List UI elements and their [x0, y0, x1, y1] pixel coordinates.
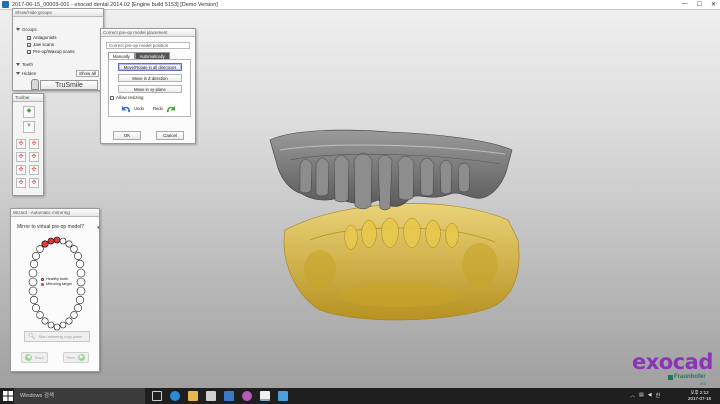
arrow-right-icon: ▶ — [78, 354, 86, 361]
allow-resizing-label: Allow resizing — [116, 95, 144, 100]
groups-label: Groups — [22, 27, 37, 32]
mirror-dot-icon — [41, 282, 44, 286]
ime-indicator[interactable]: 한 — [656, 392, 661, 399]
show-hide-title: Show/Hide groups — [13, 9, 103, 17]
legend-mirroring: Mirroring target — [41, 282, 72, 286]
redo-button[interactable]: Redo — [153, 103, 176, 114]
wizard-title: Wizard - Automatic mirroring — [11, 209, 99, 217]
preop-position-field: Correct pre-op model position — [106, 42, 190, 49]
app-icon-1[interactable] — [224, 391, 234, 401]
edge-icon[interactable] — [170, 391, 180, 401]
trusmile-button[interactable]: TruSmile — [40, 80, 98, 90]
volume-icon[interactable]: ◀ — [648, 392, 652, 399]
clock-date: 2017-07-18 — [688, 396, 712, 401]
cancel-button[interactable]: Cancel — [156, 131, 184, 140]
view-lower-icon[interactable]: ✣ — [29, 178, 39, 188]
app-icon-3[interactable] — [278, 391, 288, 401]
windows-start-icon[interactable] — [3, 391, 13, 401]
legend-label: Healthy tooth — [46, 277, 69, 281]
task-view-icon[interactable] — [152, 391, 162, 401]
maximize-button[interactable]: ☐ — [697, 1, 702, 8]
chevron-down-icon[interactable]: ▾ — [97, 225, 100, 231]
group-item-antagonists[interactable]: ✓ Antagonists — [27, 35, 57, 40]
back-button[interactable]: ◀ Back — [21, 352, 48, 363]
show-all-button[interactable]: Show all — [76, 70, 100, 77]
preop-title: Correct pre-op model placement — [101, 29, 195, 37]
move-z-button[interactable]: Move in Z direction — [118, 74, 182, 82]
healthy-dot-icon — [41, 277, 44, 281]
minimize-button[interactable]: — — [682, 1, 688, 8]
start-mirroring-label: Start mirroring copy-paste — [38, 334, 83, 339]
view-left-icon[interactable]: ✣ — [16, 152, 26, 162]
redo-label: Redo — [153, 106, 164, 111]
tooth-icon[interactable] — [31, 79, 39, 90]
network-icon[interactable]: ▤ — [639, 392, 644, 399]
checkbox-icon[interactable] — [110, 95, 114, 100]
legend-label: Mirroring target — [46, 282, 72, 286]
move-rotate-all-button[interactable]: Move/Rotate in all directions — [118, 63, 182, 71]
window-titlebar: 2017-06-15_00003-001 - exocad dental 201… — [0, 0, 720, 10]
taskbar-clock[interactable]: 오후 2:12 2017-07-18 — [688, 390, 711, 402]
exocad-taskbar-icon[interactable] — [260, 391, 270, 401]
window-title: 2017-06-15_00003-001 - exocad dental 201… — [12, 1, 218, 8]
chevron-up-icon[interactable]: ︿ — [630, 392, 635, 399]
close-button[interactable]: ✕ — [711, 1, 716, 8]
taskbar-search[interactable]: Windows 검색 — [14, 388, 145, 404]
undo-arrow-icon — [121, 105, 131, 113]
ok-button[interactable]: OK — [113, 131, 141, 140]
taskbar: Windows 검색 ︿ ▤ ◀ 한 오후 2:12 2017-07-18 — [0, 388, 720, 404]
redo-arrow-icon — [166, 105, 176, 113]
toolbar-panel: Toolbar ◆ ▼ ✣ ✣ ✣ ✣ ✣ ✣ ✣ ✣ — [12, 93, 44, 196]
app-icon — [2, 1, 9, 8]
fraunhofer-sub: IGD — [700, 382, 707, 386]
move-xy-button[interactable]: Move in xy-plane — [118, 85, 182, 93]
file-explorer-icon[interactable] — [188, 391, 198, 401]
undo-label: Undo — [134, 106, 145, 111]
view-top-icon[interactable]: ✣ — [16, 165, 26, 175]
wizard-panel: Wizard - Automatic mirroring Mirror to v… — [10, 208, 100, 372]
preop-placement-dialog: Correct pre-op model placement Correct p… — [100, 28, 196, 144]
dental-model-viewport[interactable] — [250, 120, 540, 330]
fraunhofer-logo: Fraunhofer — [668, 374, 706, 380]
exocad-logo: exocad — [632, 350, 713, 374]
app-icon-2[interactable] — [242, 391, 252, 401]
legend-healthy: Healthy tooth — [41, 277, 68, 281]
allow-resizing-checkbox[interactable]: Allow resizing — [110, 95, 144, 100]
fraunhofer-mark-icon — [668, 374, 673, 380]
checkbox-icon[interactable]: ✓ — [27, 49, 31, 54]
view-bottom-icon[interactable]: ✣ — [29, 165, 39, 175]
teeth-label: Teeth — [22, 62, 34, 67]
groups-section[interactable]: Groups — [16, 27, 37, 32]
view-back-icon[interactable]: ✣ — [29, 139, 39, 149]
tooth-view-icon[interactable]: ▼ — [23, 121, 35, 133]
magnifier-icon: 🔍︎ — [28, 334, 36, 340]
toolbar-title: Toolbar — [13, 94, 43, 102]
fraunhofer-label: Fraunhofer — [674, 374, 706, 380]
group-item-jaw-scans[interactable]: ✓ Jaw scans — [27, 42, 54, 47]
hidden-label: Hidden — [22, 71, 37, 76]
group-item-label: Jaw scans — [33, 42, 55, 47]
view-front-icon[interactable]: ✣ — [16, 139, 26, 149]
next-label: Next — [67, 355, 76, 360]
checkbox-icon[interactable]: ✓ — [27, 35, 31, 40]
back-label: Back — [35, 355, 44, 360]
undo-button[interactable]: Undo — [121, 103, 144, 114]
show-hide-panel: Show/Hide groups Groups ✓ Antagonists ✓ … — [12, 8, 104, 91]
teeth-section[interactable]: Teeth — [16, 62, 33, 67]
next-button[interactable]: Next ▶ — [63, 352, 90, 363]
view-upper-icon[interactable]: ✣ — [16, 178, 26, 188]
system-tray: ︿ ▤ ◀ 한 — [630, 392, 660, 399]
view-right-icon[interactable]: ✣ — [29, 152, 39, 162]
arrow-left-icon: ◀ — [25, 354, 32, 361]
group-item-label: Antagonists — [33, 35, 57, 40]
hidden-section[interactable]: Hidden — [16, 71, 36, 76]
view-cube-icon[interactable]: ◆ — [23, 106, 35, 118]
wizard-question: Mirror to virtual pre-op model? — [17, 224, 84, 230]
start-mirroring-button[interactable]: 🔍︎ Start mirroring copy-paste — [24, 331, 90, 342]
store-icon[interactable] — [206, 391, 216, 401]
group-item-label: Pre-op/Waxup scans — [33, 49, 75, 54]
checkbox-icon[interactable]: ✓ — [27, 42, 31, 47]
group-item-preop[interactable]: ✓ Pre-op/Waxup scans — [27, 49, 75, 54]
